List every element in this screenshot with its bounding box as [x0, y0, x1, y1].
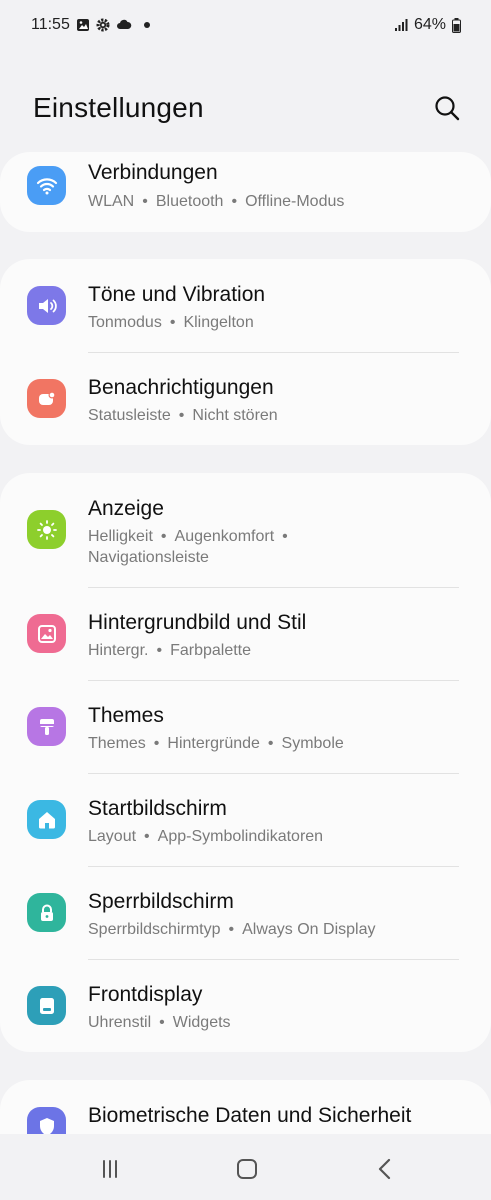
subtitle-part: Widgets [172, 1014, 231, 1031]
subtitle-part: Offline-Modus [245, 193, 345, 210]
subtitle-part: Farbpalette [170, 642, 252, 659]
subtitle-part: Hintergründe [167, 735, 260, 752]
item-subtitle: Tonmodus • Klingelton [88, 314, 254, 331]
wifi-icon [36, 177, 57, 194]
back-button[interactable] [370, 1154, 400, 1184]
settings-item-lock-screen[interactable]: Sperrbildschirm Sperrbildschirmtyp • Alway… [0, 866, 491, 959]
settings-group-security: Biometrische Daten und Sicherheit [0, 1080, 491, 1134]
home-icon-bubble [27, 800, 66, 839]
item-subtitle: Hintergr. • Farbpalette [88, 642, 252, 659]
home-button-icon [237, 1159, 257, 1179]
settings-item-connections[interactable]: Verbindungen WLAN • Bluetooth • Offline-Modu… [0, 152, 491, 232]
settings-item-themes[interactable]: Themes Themes • Hintergründe • Symbole [0, 680, 491, 773]
sound-icon-bubble [27, 286, 66, 325]
lock-icon-bubble [27, 893, 66, 932]
notification-icon-bubble [27, 379, 66, 418]
brightness-icon [36, 519, 57, 540]
wallpaper-icon-bubble [27, 614, 66, 653]
subtitle-part: Sperrbildschirmtyp [88, 921, 221, 938]
status-bar: 11:55 64% [0, 0, 491, 52]
settings-item-front-display[interactable]: Frontdisplay Uhrenstil • Widgets [0, 959, 491, 1052]
settings-item-home-screen[interactable]: Startbildschirm Layout • App-Symbolindikat… [0, 773, 491, 866]
front-display-icon-bubble [27, 986, 66, 1025]
recent-apps-icon [103, 1160, 117, 1178]
front-display-icon [39, 997, 54, 1014]
subtitle-part: Tonmodus [88, 314, 162, 331]
settings-item-wallpaper-style[interactable]: Hintergrundbild und Stil Hintergr. • Farbp… [0, 587, 491, 680]
settings-group-sound-notifications: Töne und Vibration Tonmodus • Klingelton B… [0, 259, 491, 445]
subtitle-part: WLAN [88, 193, 135, 210]
item-title: Verbindungen [88, 161, 218, 184]
item-title: Töne und Vibration [88, 283, 266, 306]
item-subtitle: Uhrenstil • Widgets [88, 1014, 231, 1031]
navigation-bar [0, 1134, 491, 1200]
display-icon-bubble [27, 510, 66, 549]
recent-apps-button[interactable] [95, 1154, 125, 1184]
more-dot-icon [143, 22, 150, 28]
subtitle-part: Hintergr. [88, 642, 149, 659]
item-title: Biometrische Daten und Sicherheit [88, 1104, 412, 1127]
subtitle-part: Symbole [281, 735, 344, 752]
subtitle-part: Navigationsleiste [88, 549, 209, 566]
item-subtitle: Statusleiste • Nicht stören [88, 407, 278, 424]
item-title: Hintergrundbild und Stil [88, 611, 307, 634]
back-icon [378, 1158, 391, 1180]
settings-item-notifications[interactable]: Benachrichtigungen Statusleiste • Nicht st… [0, 352, 491, 445]
item-title: Frontdisplay [88, 983, 203, 1006]
wallpaper-icon [37, 624, 56, 643]
item-title: Startbildschirm [88, 797, 227, 820]
page-title: Einstellungen [33, 92, 204, 123]
settings-list[interactable]: Verbindungen WLAN • Bluetooth • Offline-Modu… [0, 152, 491, 1134]
settings-gear-icon [96, 18, 110, 32]
settings-item-display[interactable]: Anzeige Helligkeit • Augenkomfort • Navigati… [0, 473, 491, 587]
connections-icon-bubble [27, 166, 66, 205]
search-icon [435, 96, 460, 121]
subtitle-part: App-Symbolindikatoren [157, 828, 324, 845]
item-title: Themes [88, 704, 164, 727]
paintbrush-icon [39, 718, 54, 735]
item-title: Benachrichtigungen [88, 376, 274, 399]
item-subtitle: Helligkeit • Augenkomfort • Navigationsleist… [88, 528, 288, 566]
item-title: Sperrbildschirm [88, 890, 234, 913]
subtitle-part: Always On Display [242, 921, 376, 938]
subtitle-part: Uhrenstil [88, 1014, 152, 1031]
subtitle-part: Augenkomfort [174, 528, 275, 545]
lock-icon [40, 904, 53, 921]
volume-icon [38, 298, 57, 313]
home-button[interactable] [232, 1154, 262, 1184]
item-title: Anzeige [88, 497, 164, 520]
notification-icon [38, 391, 55, 405]
subtitle-part: Layout [88, 828, 137, 845]
status-right: 64% [394, 16, 461, 34]
item-subtitle: Sperrbildschirmtyp • Always On Display [88, 921, 376, 938]
home-icon [38, 811, 55, 828]
settings-item-biometrics-security[interactable]: Biometrische Daten und Sicherheit [0, 1080, 491, 1134]
item-subtitle: WLAN • Bluetooth • Offline-Modus [88, 193, 345, 210]
cloud-icon [116, 19, 132, 29]
item-subtitle: Layout • App-Symbolindikatoren [88, 828, 324, 845]
settings-group-connections: Verbindungen WLAN • Bluetooth • Offline-Modu… [0, 152, 491, 232]
security-icon-bubble [27, 1107, 66, 1134]
subtitle-part: Klingelton [183, 314, 254, 331]
subtitle-part: Statusleiste [88, 407, 171, 424]
battery-icon [452, 17, 461, 33]
status-time: 11:55 [31, 16, 70, 33]
subtitle-part: Nicht stören [192, 407, 278, 424]
status-left: 11:55 [31, 16, 150, 34]
shield-icon [39, 1117, 54, 1134]
item-subtitle: Themes • Hintergründe • Symbole [88, 735, 344, 752]
subtitle-part: Bluetooth [155, 193, 224, 210]
settings-group-display: Anzeige Helligkeit • Augenkomfort • Navigati… [0, 473, 491, 1052]
search-button[interactable] [433, 94, 461, 122]
themes-icon-bubble [27, 707, 66, 746]
subtitle-part: Helligkeit [88, 528, 153, 545]
signal-icon [394, 19, 408, 31]
subtitle-part: Themes [88, 735, 146, 752]
gallery-icon [76, 19, 89, 31]
battery-percentage: 64% [413, 16, 446, 33]
settings-item-sound-vibration[interactable]: Töne und Vibration Tonmodus • Klingelton [0, 259, 491, 352]
